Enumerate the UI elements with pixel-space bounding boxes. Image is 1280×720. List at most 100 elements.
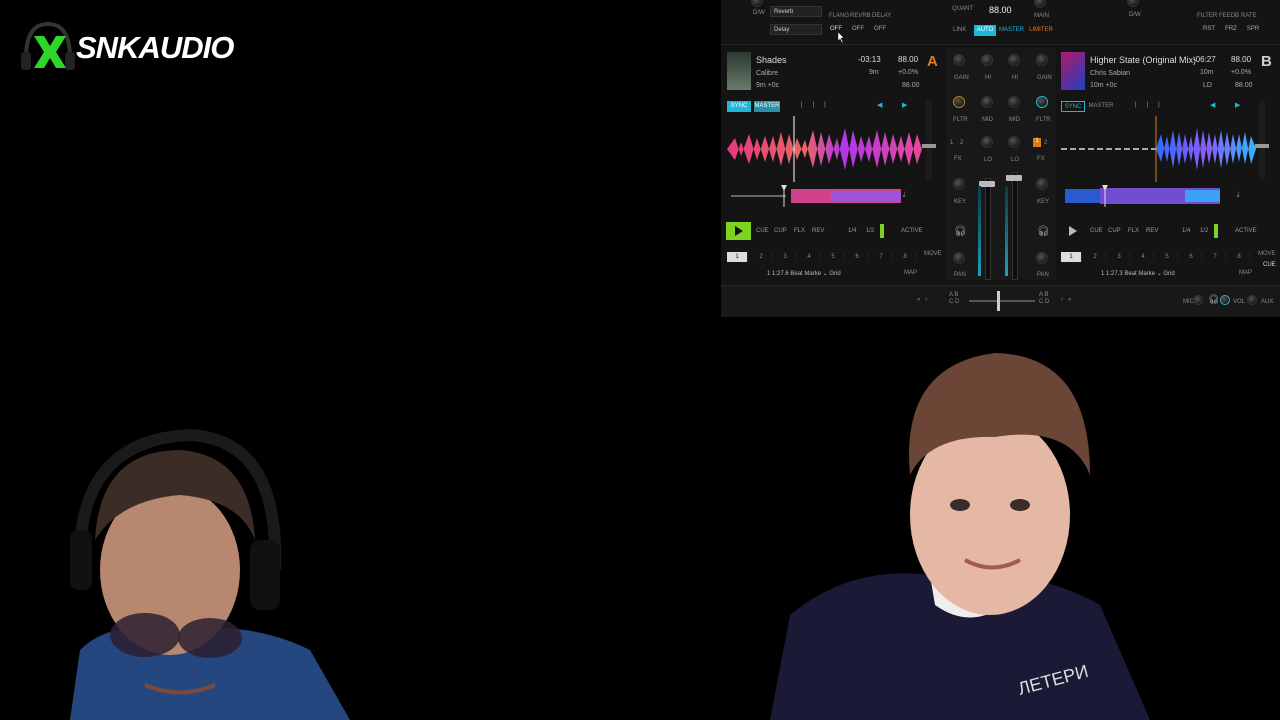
headphones-icon[interactable]: 🎧︎ (1208, 294, 1219, 305)
mixer-b-fx2[interactable]: 2 (1044, 140, 1047, 146)
deck-a-prev-beat-icon[interactable]: ◀ (877, 101, 882, 109)
deck-a-cue-8[interactable]: 8 (895, 252, 916, 262)
skip-back-icon[interactable]: « ‹ (917, 297, 927, 303)
deck-a-rev-button[interactable]: REV (812, 228, 824, 234)
deck-a-cue-6[interactable]: 6 (847, 252, 868, 262)
mixer-a-key-knob[interactable] (953, 178, 965, 190)
deck-b-cue-8[interactable]: 8 (1229, 252, 1250, 262)
deck-a-cup-button[interactable]: CUP (774, 228, 787, 234)
deck-b-cue-button[interactable]: CUE (1090, 228, 1103, 234)
mixer-b-fx1[interactable]: 1 (1033, 138, 1041, 147)
mixer-a-pan-knob[interactable] (953, 252, 965, 264)
deck-a-next-beat-icon[interactable]: ▶ (902, 101, 907, 109)
deck-a-pitch-slider[interactable] (922, 100, 936, 180)
mixer-a-lo-knob[interactable] (981, 136, 993, 148)
deck-b-cue-6[interactable]: 6 (1181, 252, 1202, 262)
mic-knob[interactable] (1193, 295, 1203, 305)
deck-b-cue-5[interactable]: 5 (1157, 252, 1178, 262)
channel-a-volume-fader[interactable] (979, 178, 995, 280)
skip-forward-icon[interactable]: › » (1061, 297, 1071, 303)
deck-b-cup-button[interactable]: CUP (1108, 228, 1121, 234)
deck-a-cue-7[interactable]: 7 (871, 252, 892, 262)
mixer-a-hi-knob[interactable] (981, 54, 993, 66)
mixer-b-mid-knob[interactable] (1008, 96, 1020, 108)
deck-b-overview-waveform[interactable] (1065, 185, 1250, 207)
deck-b-cue-1[interactable]: 1 (1061, 252, 1082, 262)
deck-b-cue-3[interactable]: 3 (1109, 252, 1130, 262)
deck-a-cue-3[interactable]: 3 (775, 252, 796, 262)
spr-button[interactable]: SPR (1246, 24, 1260, 35)
deck-b-cue-2[interactable]: 2 (1085, 252, 1106, 262)
deck-a-cue-2[interactable]: 2 (751, 252, 772, 262)
deck-a-cue-5[interactable]: 5 (823, 252, 844, 262)
mixer-b-lo-knob[interactable] (1008, 136, 1020, 148)
fx-slot-1-select[interactable]: Reverb (770, 6, 822, 17)
deck-b-beat-info[interactable]: 1 1:27.3 Beat Marke ⌄ Grid (1101, 270, 1175, 277)
mixer-b-hi-knob[interactable] (1008, 54, 1020, 66)
mixer-b-gain-knob[interactable] (1036, 54, 1048, 66)
fx-slot-2-select[interactable]: Delay (770, 24, 822, 35)
fx-revrb-toggle[interactable]: OFF (851, 24, 865, 35)
deck-b-loop-half[interactable]: 1/2 (1200, 228, 1208, 234)
channel-b-volume-fader[interactable] (1006, 172, 1022, 280)
deck-a-cue-1[interactable]: 1 (727, 252, 748, 262)
deck-a-note-icon[interactable]: ♩ (902, 189, 912, 200)
deck-b-rev-button[interactable]: REV (1146, 228, 1158, 234)
auto-button[interactable]: AUTO (974, 25, 996, 36)
mixer-a-gain-knob[interactable] (953, 54, 965, 66)
fx-delay-toggle[interactable]: OFF (873, 24, 887, 35)
deck-b-active-button[interactable]: ACTIVE (1235, 228, 1257, 234)
deck-a-loop-quarter[interactable]: 1/4 (848, 228, 856, 234)
mixer-b-key-knob[interactable] (1036, 178, 1048, 190)
deck-b-flx-button[interactable]: FLX (1128, 228, 1139, 234)
deck-b-note-icon[interactable]: ♩ (1236, 189, 1246, 200)
link-button[interactable]: LINK (953, 27, 966, 33)
webcam-right-guest: ЛЕТЕРИ (770, 345, 1150, 720)
crossfader-handle[interactable] (997, 291, 1000, 311)
mixer-b-pan-knob[interactable] (1036, 252, 1048, 264)
deck-a-map-button[interactable]: MAP (904, 270, 917, 276)
deck-a-cue-button[interactable]: CUE (756, 228, 769, 234)
crossfader-right-assign[interactable]: A B C D (1039, 292, 1049, 306)
deck-b-map-button[interactable]: MAP (1239, 270, 1252, 276)
deck-b-cue-4[interactable]: 4 (1133, 252, 1154, 262)
mixer-b-headphone-cue-icon[interactable]: 🎧︎ (1037, 226, 1050, 237)
limiter-button[interactable]: LIMITER (1029, 25, 1053, 36)
headphone-mix-knob[interactable] (1220, 295, 1230, 305)
deck-a-flx-button[interactable]: FLX (794, 228, 805, 234)
deck-b-next-beat-icon[interactable]: ▶ (1235, 101, 1240, 109)
deck-b-waveform[interactable] (1061, 116, 1256, 182)
mixer-a-mid-knob[interactable] (981, 96, 993, 108)
mixer-b-filter-knob[interactable] (1036, 96, 1048, 108)
deck-a-overview-waveform[interactable] (731, 185, 916, 207)
crossfader-track[interactable] (969, 300, 1035, 302)
mixer-a-fx1[interactable]: 1 (950, 140, 953, 146)
deck-a-waveform[interactable] (727, 116, 922, 182)
crossfader-left-assign[interactable]: A B C D (949, 292, 959, 306)
main-volume-knob[interactable] (1034, 0, 1046, 8)
right-dw-knob[interactable] (1127, 0, 1139, 7)
aux-knob[interactable] (1247, 295, 1257, 305)
deck-b-play-button[interactable] (1060, 222, 1085, 240)
deck-a-loop-half[interactable]: 1/2 (866, 228, 874, 234)
deck-b-move-label: MOVE (1258, 251, 1276, 257)
deck-b-pitch-slider[interactable] (1255, 100, 1269, 180)
deck-a-master-button[interactable]: MASTER (754, 101, 780, 112)
deck-b-master-button[interactable]: MASTER (1088, 101, 1114, 112)
mixer-a-filter-knob[interactable] (953, 96, 965, 108)
mixer-a-headphone-cue-icon[interactable]: 🎧︎ (954, 226, 967, 237)
master-button[interactable]: MASTER (999, 25, 1024, 36)
deck-a-beat-info[interactable]: 1 1:27.6 Beat Marke ⌄ Grid (767, 270, 841, 277)
deck-b-cue-7[interactable]: 7 (1205, 252, 1226, 262)
mixer-a-fx2[interactable]: 2 (960, 140, 963, 146)
deck-b-prev-beat-icon[interactable]: ◀ (1210, 101, 1215, 109)
rst-button[interactable]: RST (1202, 24, 1216, 35)
deck-b-loop-quarter[interactable]: 1/4 (1182, 228, 1190, 234)
deck-b-sync-button[interactable]: SYNC (1061, 101, 1085, 112)
deck-a-sync-button[interactable]: SYNC (727, 101, 751, 112)
deck-a-play-button[interactable] (726, 222, 751, 240)
deck-a-cue-4[interactable]: 4 (799, 252, 820, 262)
frz-button[interactable]: FRZ (1224, 24, 1238, 35)
dw-knob[interactable] (751, 0, 763, 7)
deck-a-active-button[interactable]: ACTIVE (901, 228, 923, 234)
